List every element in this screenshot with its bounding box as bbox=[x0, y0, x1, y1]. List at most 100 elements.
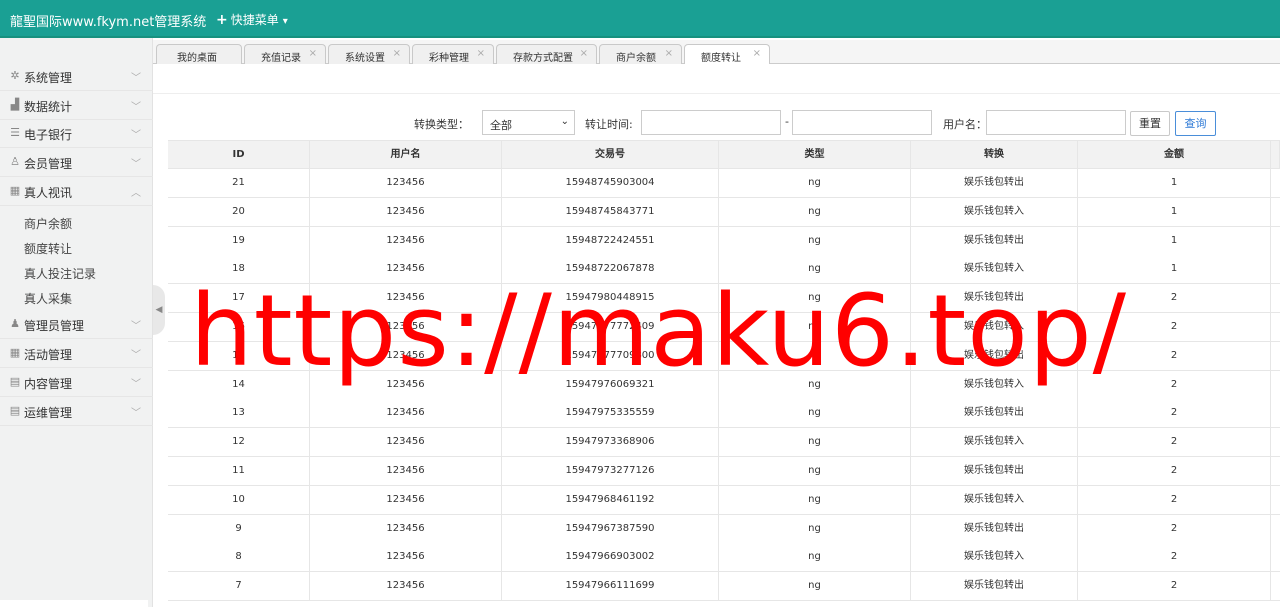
chevron-down-icon: ﹀ bbox=[131, 408, 141, 419]
table-cell: 123456 bbox=[310, 428, 502, 458]
table-cell: 娱乐钱包转出 bbox=[911, 226, 1078, 256]
column-header[interactable]: 金额 bbox=[1078, 141, 1271, 170]
table-cell: 15948745843771 bbox=[502, 197, 719, 227]
sidebar-subitem[interactable]: 真人采集 bbox=[24, 290, 72, 307]
column-header[interactable]: 交易号 bbox=[502, 141, 719, 170]
chevron-down-icon: ﹀ bbox=[131, 130, 141, 141]
table-header: ID 用户名 交易号 类型 转换 金额 bbox=[168, 140, 1280, 170]
sidebar-item-label: 活动管理 bbox=[24, 348, 73, 362]
table-cell: 15947973277126 bbox=[502, 457, 719, 486]
table-cell: ng bbox=[719, 485, 911, 515]
sidebar-item-label: 电子银行 bbox=[24, 128, 73, 142]
brand-title: 龍聖国际www.fkym.net管理系统 bbox=[10, 15, 207, 30]
column-header[interactable]: 类型 bbox=[719, 141, 911, 170]
search-button[interactable]: 查询 bbox=[1175, 111, 1216, 136]
tab[interactable]: 充值记录 × bbox=[244, 44, 326, 64]
table-row[interactable]: 9 123456 15947967387590 ng 娱乐钱包转出 2 bbox=[168, 514, 1280, 544]
tab[interactable]: 我的桌面 bbox=[156, 44, 242, 64]
sidebar-collapse-handle[interactable]: ◀ bbox=[153, 285, 165, 335]
close-icon[interactable]: × bbox=[753, 48, 761, 59]
table-cell: 123456 bbox=[310, 457, 502, 486]
table-cell: 123456 bbox=[310, 226, 502, 256]
table-cell: 15947967387590 bbox=[502, 514, 719, 544]
column-header[interactable]: 用户名 bbox=[310, 141, 502, 170]
tab[interactable]: 额度转让 × bbox=[684, 44, 770, 65]
table-cell: 1 bbox=[1078, 226, 1271, 256]
tab[interactable]: 存款方式配置 × bbox=[496, 44, 597, 64]
sidebar-item[interactable]: ▦ 活动管理 ﹀ bbox=[0, 339, 153, 368]
quick-menu-button[interactable]: + 快捷菜单 ▾ bbox=[216, 11, 288, 28]
table-cell: 7 bbox=[168, 572, 310, 602]
table-row[interactable]: 20 123456 15948745843771 ng 娱乐钱包转入 1 bbox=[168, 197, 1280, 227]
admin-icon: ♟ bbox=[10, 317, 20, 330]
tab-label: 彩种管理 bbox=[429, 53, 469, 64]
sidebar: ✲ 系统管理 ﹀ ▟ 数据统计 ﹀ ☰ 电子银行 ﹀ ♙ 会员管理 ﹀ ▦ 真人视讯 ︿ ♟ 管理员管理 ﹀ ▦ 活动… bbox=[0, 38, 153, 607]
chevron-down-icon: ﹀ bbox=[131, 379, 141, 390]
table-cell: 10 bbox=[168, 485, 310, 515]
start-time-input[interactable] bbox=[641, 110, 781, 135]
watermark-text: https://maku6.top/ bbox=[190, 274, 1128, 389]
tab-bar: 我的桌面 充值记录 × 系统设置 × 彩种管理 × 存款方式配置 × 商户余额 × 额度转让 × bbox=[153, 40, 1280, 65]
chevron-down-icon: ﹀ bbox=[131, 73, 141, 84]
close-icon[interactable]: × bbox=[309, 48, 317, 59]
sidebar-subitem[interactable]: 真人投注记录 bbox=[24, 265, 96, 282]
table-row[interactable]: 13 123456 15947975335559 ng 娱乐钱包转出 2 bbox=[168, 399, 1280, 429]
username-label: 用户名： bbox=[943, 118, 987, 131]
sidebar-item-label: 真人视讯 bbox=[24, 186, 73, 200]
quick-menu-label: 快捷菜单 bbox=[230, 13, 279, 27]
sidebar-subitem[interactable]: 商户余额 bbox=[24, 215, 72, 232]
table-cell: 2 bbox=[1078, 457, 1271, 486]
transfer-type-select[interactable]: 全部 ⌄ bbox=[482, 110, 575, 135]
sidebar-subitem[interactable]: 额度转让 bbox=[24, 240, 72, 257]
table-cell: 娱乐钱包转出 bbox=[911, 399, 1078, 429]
table-cell: 娱乐钱包转出 bbox=[911, 572, 1078, 602]
table-cell: 娱乐钱包转出 bbox=[911, 514, 1078, 544]
document-icon: ▤ bbox=[9, 375, 21, 388]
sidebar-item-label: 内容管理 bbox=[24, 377, 73, 391]
table-cell: 123456 bbox=[310, 485, 502, 515]
table-cell: 娱乐钱包转入 bbox=[911, 485, 1078, 515]
sidebar-item[interactable]: ♟ 管理员管理 ﹀ bbox=[0, 310, 153, 339]
tab[interactable]: 彩种管理 × bbox=[412, 44, 494, 64]
sidebar-item-label: 系统管理 bbox=[24, 71, 73, 85]
sidebar-item[interactable]: ♙ 会员管理 ﹀ bbox=[0, 148, 153, 177]
table-cell: 123456 bbox=[310, 543, 502, 573]
reset-button[interactable]: 重置 bbox=[1130, 111, 1170, 136]
tab[interactable]: 商户余额 × bbox=[599, 44, 682, 64]
sidebar-item[interactable]: ▤ 内容管理 ﹀ bbox=[0, 368, 153, 397]
sidebar-item[interactable]: ☰ 电子银行 ﹀ bbox=[0, 119, 153, 148]
column-header[interactable]: 转换 bbox=[911, 141, 1078, 170]
chevron-down-icon: ﹀ bbox=[131, 159, 141, 170]
table-row[interactable]: 21 123456 15948745903004 ng 娱乐钱包转出 1 bbox=[168, 169, 1280, 198]
sidebar-item[interactable]: ✲ 系统管理 ﹀ bbox=[0, 62, 153, 91]
username-input[interactable] bbox=[986, 110, 1126, 135]
top-header: 龍聖国际www.fkym.net管理系统 + 快捷菜单 ▾ bbox=[0, 0, 1280, 38]
table-row[interactable]: 7 123456 15947966111699 ng 娱乐钱包转出 2 bbox=[168, 572, 1280, 602]
table-cell: 123456 bbox=[310, 514, 502, 544]
table-cell: 15947966903002 bbox=[502, 543, 719, 573]
end-time-input[interactable] bbox=[792, 110, 932, 135]
close-icon[interactable]: × bbox=[580, 48, 588, 59]
table-cell: ng bbox=[719, 572, 911, 602]
chevron-down-icon: ﹀ bbox=[131, 321, 141, 332]
table-row[interactable]: 12 123456 15947973368906 ng 娱乐钱包转入 2 bbox=[168, 428, 1280, 458]
sidebar-item[interactable]: ▟ 数据统计 ﹀ bbox=[0, 91, 153, 120]
sidebar-item-label: 会员管理 bbox=[24, 157, 73, 171]
table-row[interactable]: 19 123456 15948722424551 ng 娱乐钱包转出 1 bbox=[168, 226, 1280, 256]
tab[interactable]: 系统设置 × bbox=[328, 44, 410, 64]
sidebar-item[interactable]: ▤ 运维管理 ﹀ bbox=[0, 397, 153, 426]
table-row[interactable]: 11 123456 15947973277126 ng 娱乐钱包转出 2 bbox=[168, 457, 1280, 486]
close-icon[interactable]: × bbox=[665, 48, 673, 59]
document-icon: ▤ bbox=[9, 404, 21, 417]
table-cell: 2 bbox=[1078, 514, 1271, 544]
sidebar-item-label: 管理员管理 bbox=[24, 319, 85, 333]
close-icon[interactable]: × bbox=[477, 48, 485, 59]
close-icon[interactable]: × bbox=[393, 48, 401, 59]
table-cell: 娱乐钱包转入 bbox=[911, 197, 1078, 227]
table-cell: 123456 bbox=[310, 169, 502, 198]
table-row[interactable]: 10 123456 15947968461192 ng 娱乐钱包转入 2 bbox=[168, 485, 1280, 515]
table-row[interactable]: 8 123456 15947966903002 ng 娱乐钱包转入 2 bbox=[168, 543, 1280, 573]
column-header[interactable]: ID bbox=[168, 141, 310, 170]
sidebar-item[interactable]: ▦ 真人视讯 ︿ bbox=[0, 177, 153, 206]
table-cell: ng bbox=[719, 197, 911, 227]
